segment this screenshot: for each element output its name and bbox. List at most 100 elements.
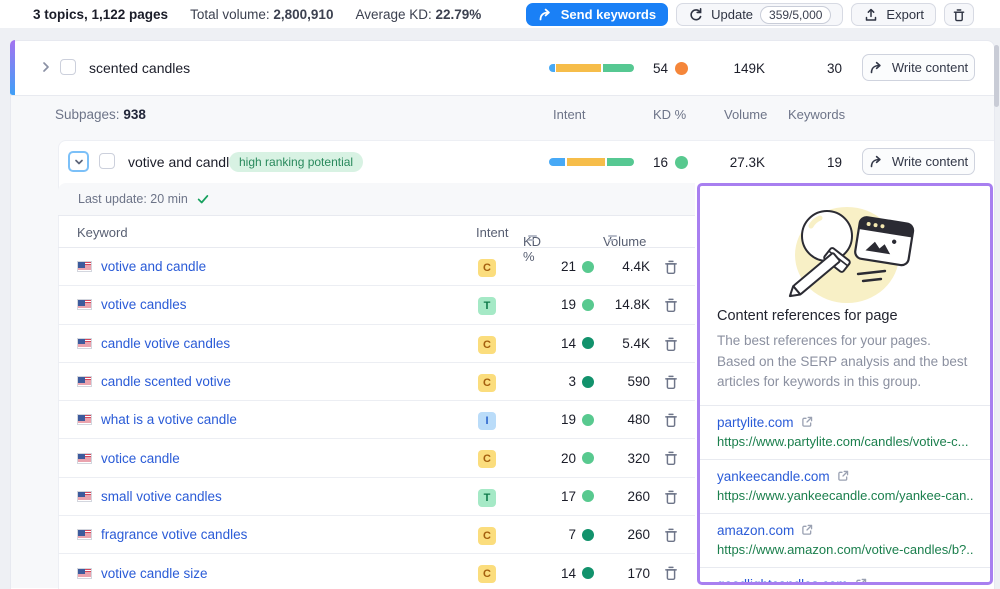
keyword-table-body: votive and candle C 21 4.4K votive candl… [58,248,695,589]
us-flag-icon [77,261,92,272]
us-flag-icon [77,414,92,425]
expand-topic-chevron[interactable] [38,59,54,80]
column-header-intent: Intent [553,107,586,122]
external-link-icon [836,469,850,483]
subpage-volume: 27.3K [700,155,765,170]
trash-icon [662,296,680,314]
subpages-header: Subpages: 938 Intent KD % Volume Keyword… [0,95,1000,135]
export-icon [863,7,879,23]
subpages-count: 938 [123,107,146,122]
volume-cell: 170 [585,554,650,589]
last-update-text: Last update: 20 min [78,192,188,206]
topic-kd-value: 54 [653,61,668,76]
kd-cell: 21 [500,248,594,285]
reference-item: amazon.com https://www.amazon.com/votive… [700,514,990,568]
delete-keyword-button[interactable] [662,411,680,429]
keyword-manager-page: 3 topics, 1,122 pages Total volume: 2,80… [0,0,1000,589]
chevron-right-icon [38,59,54,75]
volume-cell: 320 [585,439,650,476]
keyword-row: fragrance votive candles C 7 260 [58,516,695,554]
sort-icon [528,234,539,243]
summary-stats: 3 topics, 1,122 pages Total volume: 2,80… [0,7,481,22]
reference-domain-link[interactable]: goodlightcandles.com [717,577,848,586]
us-flag-icon [77,299,92,310]
reference-domain-link[interactable]: yankeecandle.com [717,469,830,484]
lightbulb-pencil-illustration [755,200,935,304]
keyword-row: what is a votive candle I 19 480 [58,401,695,439]
average-kd-stat: Average KD: 22.79% [355,7,481,22]
external-link-icon [800,523,814,537]
keyword-row: votive candles T 19 14.8K [58,286,695,324]
delete-keyword-button[interactable] [662,449,680,467]
reference-url: https://www.partylite.com/candles/votive… [717,434,973,449]
references-description: The best references for your pages. Base… [700,324,990,405]
chevron-down-icon [71,154,87,170]
trash-icon [662,335,680,353]
trash-icon [662,373,680,391]
keyword-link[interactable]: votive candle size [101,566,208,581]
keyword-link[interactable]: what is a votive candle [101,412,237,427]
delete-keyword-button[interactable] [662,564,680,582]
reference-domain-link[interactable]: partylite.com [717,415,794,430]
column-header-keyword: Keyword [77,225,128,240]
last-update-bar: Last update: 20 min [58,183,695,216]
topic-title: scented candles [89,60,190,76]
kd-cell: 20 [500,439,594,476]
external-link-icon [854,577,868,585]
kd-difficulty-dot [675,156,688,169]
trash-icon [662,258,680,276]
collapse-subpage-button[interactable] [68,151,89,172]
delete-keyword-button[interactable] [662,296,680,314]
keyword-link[interactable]: candle scented votive [101,374,231,389]
toolbar-actions: Send keywords Update 359/5,000 Export [526,3,974,26]
delete-keyword-button[interactable] [662,373,680,391]
check-icon [196,192,210,206]
keyword-link[interactable]: votive candles [101,297,187,312]
kd-cell: 14 [500,325,594,362]
send-keywords-button[interactable]: Send keywords [526,3,668,26]
subpage-title: votive and candle [128,154,237,170]
kd-cell: 19 [500,401,594,438]
us-flag-icon [77,376,92,387]
subpage-checkbox[interactable] [99,153,115,169]
reference-url: https://www.amazon.com/votive-candles/b?… [717,542,973,557]
delete-all-button[interactable] [944,3,974,26]
keyword-link[interactable]: candle votive candles [101,336,230,351]
delete-keyword-button[interactable] [662,335,680,353]
subpage-keywords-count: 19 [788,155,842,170]
volume-cell: 480 [585,401,650,438]
keyword-row: votive candle size C 14 170 [58,554,695,589]
keyword-row: votice candle C 20 320 [58,439,695,477]
delete-keyword-button[interactable] [662,258,680,276]
external-link-icon [800,415,814,429]
export-button[interactable]: Export [851,3,936,26]
keyword-row: votive and candle C 21 4.4K [58,248,695,286]
reference-domain-link[interactable]: amazon.com [717,523,794,538]
trash-icon [662,564,680,582]
reference-item: yankeecandle.com https://www.yankeecandl… [700,460,990,514]
sort-icon [608,234,619,243]
column-header-intent: Intent [476,225,509,240]
volume-cell: 14.8K [585,286,650,323]
write-content-button[interactable]: Write content [862,148,975,175]
write-content-button[interactable]: Write content [862,54,975,81]
keyword-link[interactable]: fragrance votive candles [101,527,247,542]
us-flag-icon [77,568,92,579]
keyword-row: candle scented votive C 3 590 [58,363,695,401]
keyword-row: small votive candles T 17 260 [58,478,695,516]
update-quota-pill: 359/5,000 [760,6,831,24]
keyword-link[interactable]: votice candle [101,451,180,466]
column-header-keywords: Keywords [788,107,845,122]
delete-keyword-button[interactable] [662,488,680,506]
delete-keyword-button[interactable] [662,526,680,544]
keyword-link[interactable]: votive and candle [101,259,206,274]
keyword-link[interactable]: small votive candles [101,489,222,504]
kd-cell: 3 [500,363,594,400]
scrollbar-thumb[interactable] [994,45,999,107]
reference-item: partylite.com https://www.partylite.com/… [700,406,990,460]
subpages-count-label: Subpages: 938 [55,107,146,122]
update-button[interactable]: Update 359/5,000 [676,3,843,26]
topic-checkbox[interactable] [60,59,76,75]
us-flag-icon [77,491,92,502]
kd-difficulty-dot [675,62,688,75]
